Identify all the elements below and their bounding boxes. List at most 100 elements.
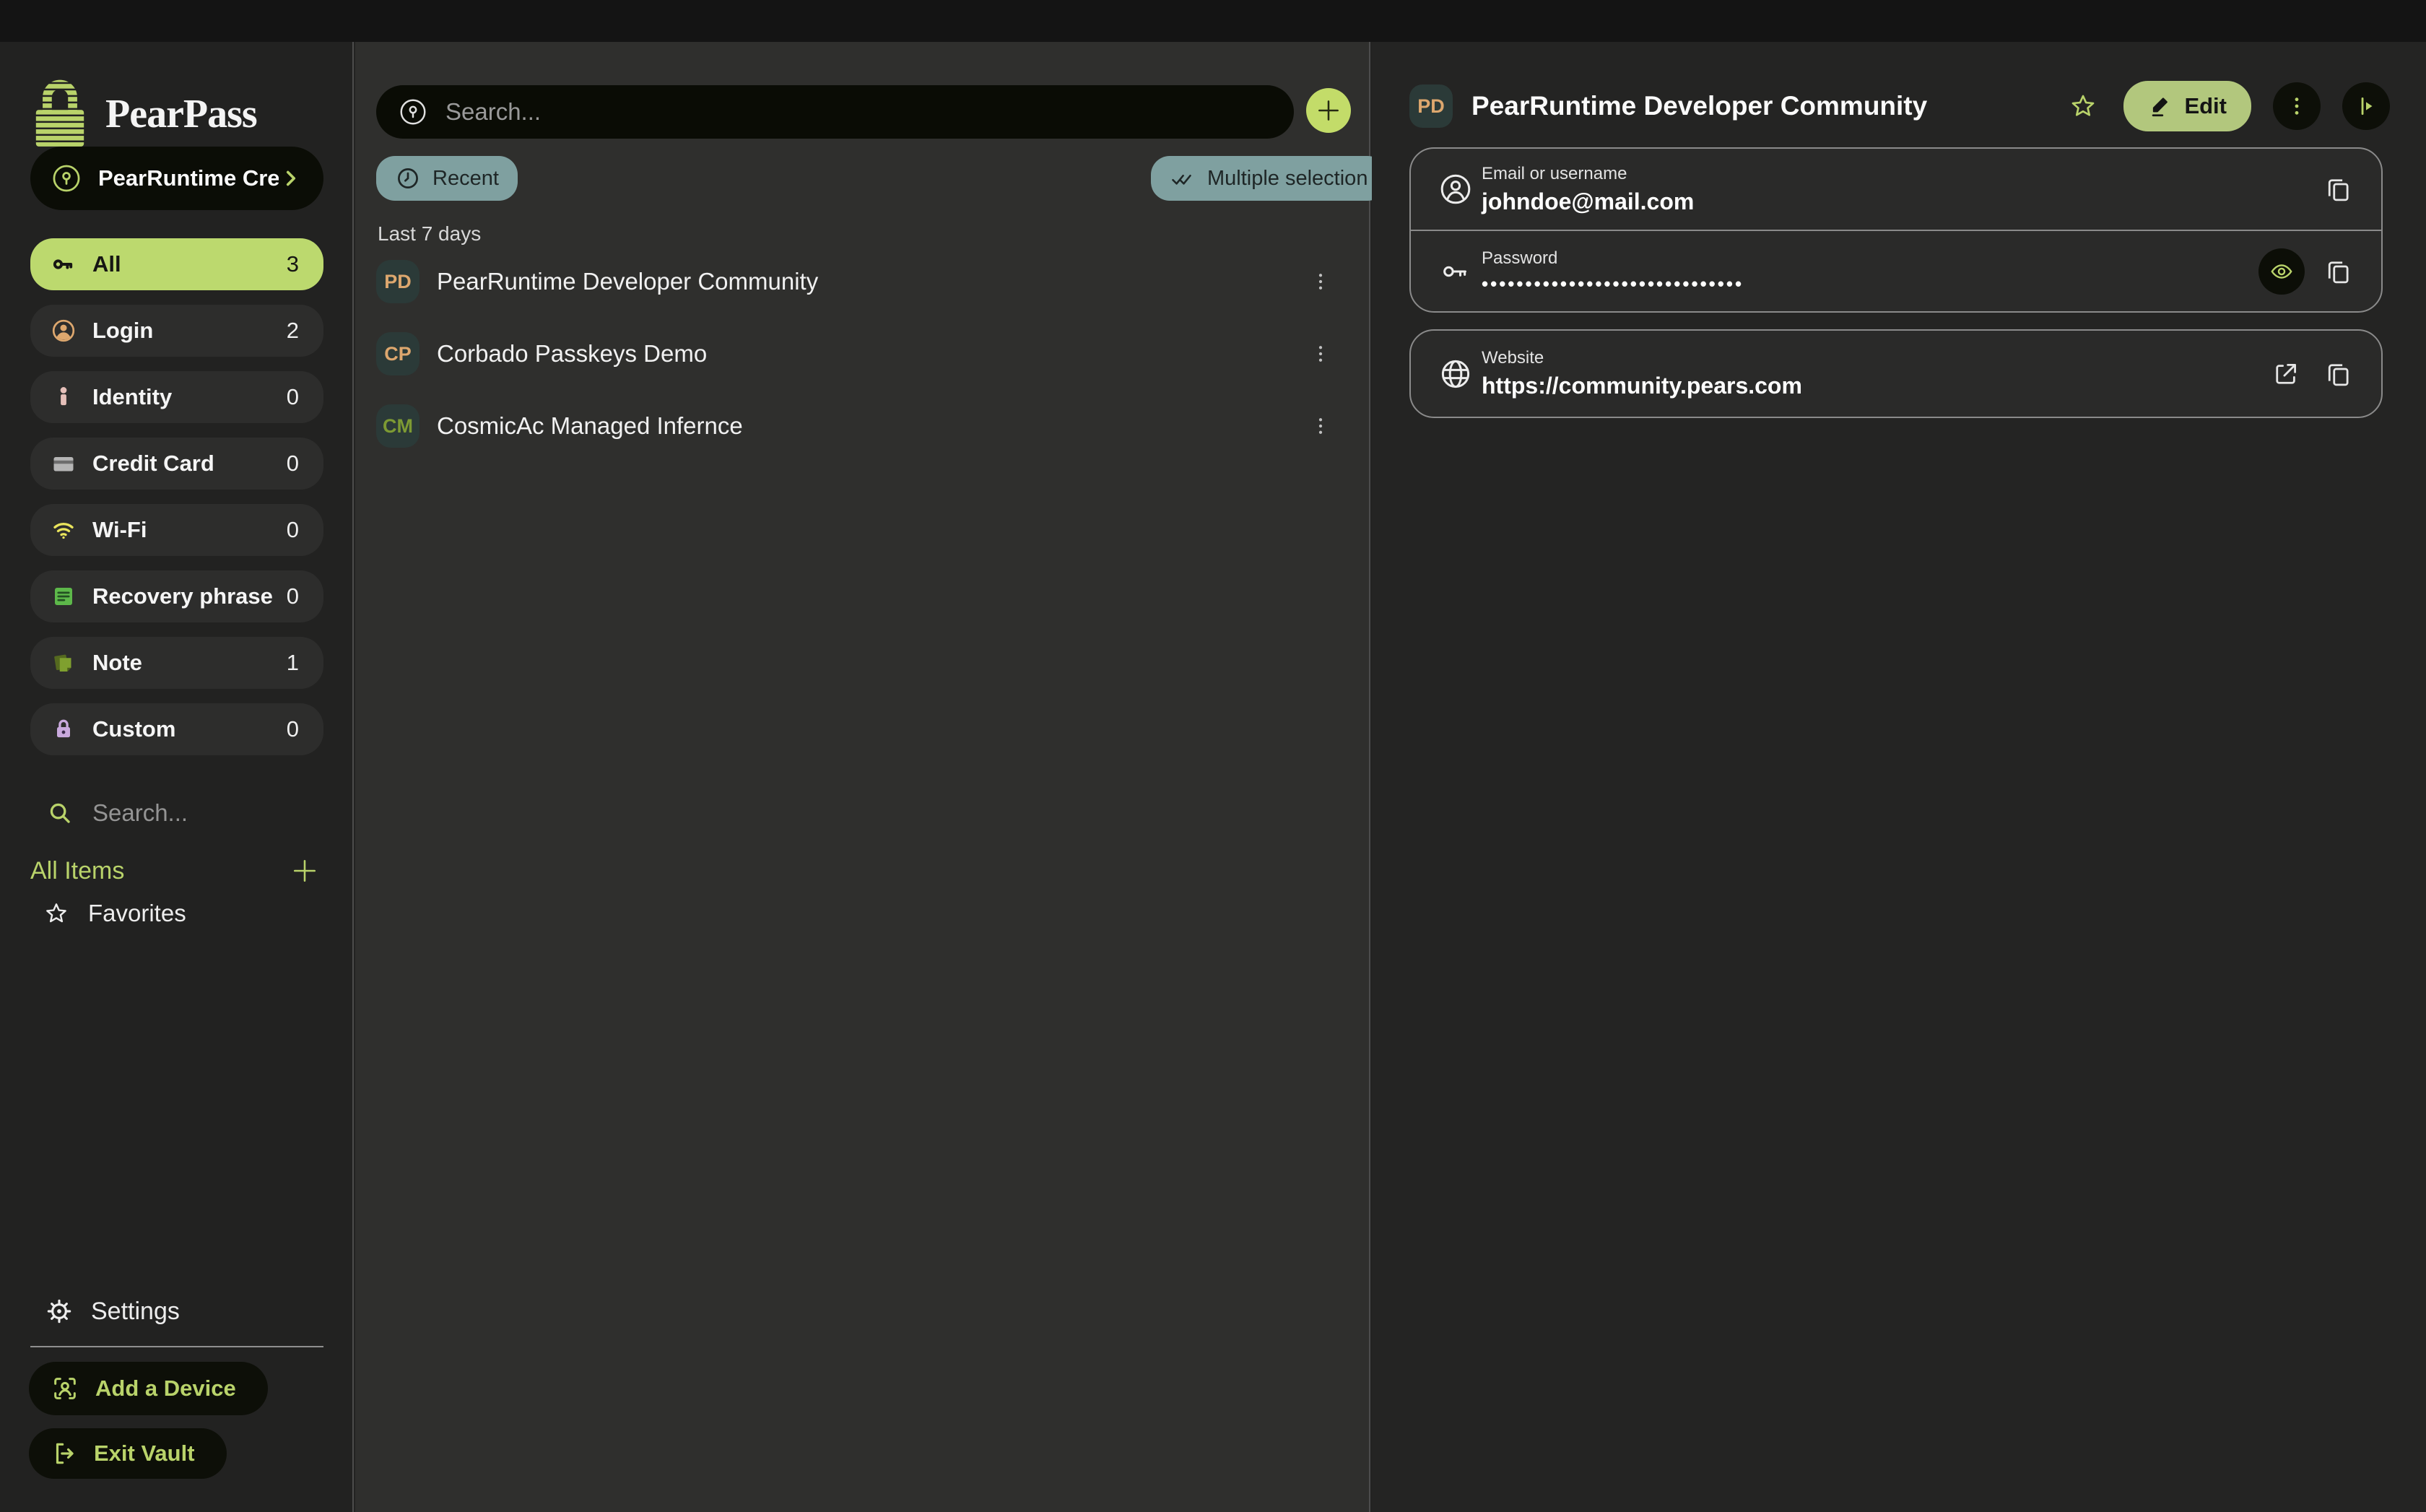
search-icon: [46, 799, 74, 827]
app-logo: PearPass: [30, 77, 257, 152]
wifi-icon: [51, 517, 77, 543]
item-detail-panel: PD PearRuntime Developer Community Edit: [1372, 42, 2426, 1512]
website-label: Website: [1482, 348, 2267, 368]
category-label: Custom: [92, 716, 287, 742]
vault-switcher-label: PearRuntime Cre...: [98, 165, 279, 191]
category-count: 0: [287, 384, 299, 410]
category-label: Credit Card: [92, 451, 287, 477]
website-card: Website https://community.pears.com: [1409, 329, 2383, 418]
globe-icon: [1432, 357, 1479, 391]
category-label: Identity: [92, 384, 287, 410]
website-field: Website https://community.pears.com: [1482, 348, 2267, 399]
category-custom[interactable]: Custom 0: [30, 703, 323, 755]
item-title: Corbado Passkeys Demo: [437, 340, 1305, 368]
collapse-panel-button[interactable]: [2342, 82, 2390, 130]
recent-chip-label: Recent: [432, 167, 499, 191]
exit-vault-label: Exit Vault: [94, 1441, 195, 1467]
category-note[interactable]: Note 1: [30, 637, 323, 689]
list-group-label: Last 7 days: [378, 222, 481, 246]
list-search-bar: [376, 85, 1294, 139]
category-label: Recovery phrase: [92, 583, 287, 609]
item-list: PD PearRuntime Developer Community CP Co…: [376, 253, 1336, 469]
category-all[interactable]: All 3: [30, 238, 323, 290]
user-circle-icon: [1432, 172, 1479, 207]
category-recovery-phrase[interactable]: Recovery phrase 0: [30, 570, 323, 622]
reveal-password-eye-icon[interactable]: [2258, 248, 2305, 295]
exit-icon: [51, 1440, 78, 1467]
search-keyhole-icon: [398, 97, 428, 127]
category-login[interactable]: Login 2: [30, 305, 323, 357]
add-device-label: Add a Device: [95, 1376, 236, 1402]
all-items-link[interactable]: All Items: [30, 857, 286, 885]
note-icon: [51, 650, 77, 676]
pencil-icon: [2148, 94, 2173, 118]
list-item[interactable]: PD PearRuntime Developer Community: [376, 253, 1336, 310]
category-wifi[interactable]: Wi-Fi 0: [30, 504, 323, 556]
item-avatar: CP: [376, 332, 419, 375]
email-field-row: Email or username johndoe@mail.com: [1411, 149, 2381, 230]
device-scan-person-icon: [51, 1374, 79, 1403]
favorites-label: Favorites: [88, 900, 186, 927]
item-kebab-menu-icon[interactable]: [1305, 404, 1336, 448]
edit-button[interactable]: Edit: [2123, 81, 2251, 131]
item-kebab-menu-icon[interactable]: [1305, 332, 1336, 375]
add-folder-plus-icon[interactable]: [286, 852, 323, 890]
add-item-button[interactable]: [1306, 88, 1351, 133]
category-count: 0: [287, 451, 299, 477]
settings-button[interactable]: Settings: [45, 1297, 180, 1326]
category-count: 2: [287, 318, 299, 344]
category-label: Note: [92, 650, 287, 676]
website-value: https://community.pears.com: [1482, 373, 2267, 399]
credit-card-icon: [51, 451, 77, 477]
all-items-row: All Items: [30, 852, 323, 890]
window-top-bar: [0, 0, 2426, 42]
star-icon: [43, 900, 69, 926]
settings-label: Settings: [91, 1298, 180, 1326]
sidebar-search: [46, 799, 321, 827]
category-label: Login: [92, 318, 287, 344]
copy-icon[interactable]: [2319, 170, 2357, 208]
sidebar-divider: [30, 1346, 323, 1347]
multiple-selection-chip[interactable]: Multiple selection: [1151, 156, 1386, 201]
item-kebab-menu-icon[interactable]: [1305, 260, 1336, 303]
category-label: Wi-Fi: [92, 517, 287, 543]
favorites-row[interactable]: Favorites: [43, 900, 186, 927]
list-item[interactable]: CM CosmicAc Managed Infernce: [376, 397, 1336, 455]
password-field-row: Password ••••••••••••••••••••••••••••••: [1411, 231, 2381, 312]
detail-kebab-menu-button[interactable]: [2273, 82, 2321, 130]
list-search-input[interactable]: [444, 97, 1241, 126]
website-field-row: Website https://community.pears.com: [1411, 331, 2381, 417]
vault-switcher-button[interactable]: PearRuntime Cre...: [30, 147, 323, 210]
exit-vault-button[interactable]: Exit Vault: [29, 1428, 227, 1479]
clock-icon: [395, 165, 421, 191]
sidebar-search-input[interactable]: [91, 799, 310, 827]
recovery-phrase-icon: [51, 583, 77, 609]
key-icon: [51, 251, 77, 277]
category-credit-card[interactable]: Credit Card 0: [30, 438, 323, 490]
double-check-icon: [1170, 165, 1196, 191]
category-count: 0: [287, 583, 299, 609]
list-item[interactable]: CP Corbado Passkeys Demo: [376, 325, 1336, 383]
user-circle-icon: [51, 318, 77, 344]
password-masked-value: ••••••••••••••••••••••••••••••: [1482, 273, 2258, 295]
category-label: All: [92, 251, 287, 277]
app-title: PearPass: [105, 91, 257, 137]
item-title: CosmicAc Managed Infernce: [437, 412, 1305, 440]
gear-icon: [45, 1297, 74, 1326]
password-actions: [2258, 248, 2357, 295]
key-icon: [1432, 255, 1479, 288]
add-device-button[interactable]: Add a Device: [29, 1362, 268, 1415]
favorite-star-icon[interactable]: [2064, 87, 2102, 125]
copy-icon[interactable]: [2319, 355, 2357, 393]
email-value: johndoe@mail.com: [1482, 188, 2319, 215]
recent-filter-chip[interactable]: Recent: [376, 156, 518, 201]
external-link-icon[interactable]: [2267, 355, 2305, 393]
category-identity[interactable]: Identity 0: [30, 371, 323, 423]
item-title: PearRuntime Developer Community: [437, 268, 1305, 295]
detail-avatar: PD: [1409, 84, 1453, 128]
sidebar: PearPass PearRuntime Cre... All 3: [0, 42, 354, 1512]
copy-icon[interactable]: [2319, 253, 2357, 290]
email-actions: [2319, 170, 2357, 208]
website-actions: [2267, 355, 2357, 393]
credentials-card: Email or username johndoe@mail.com: [1409, 147, 2383, 313]
